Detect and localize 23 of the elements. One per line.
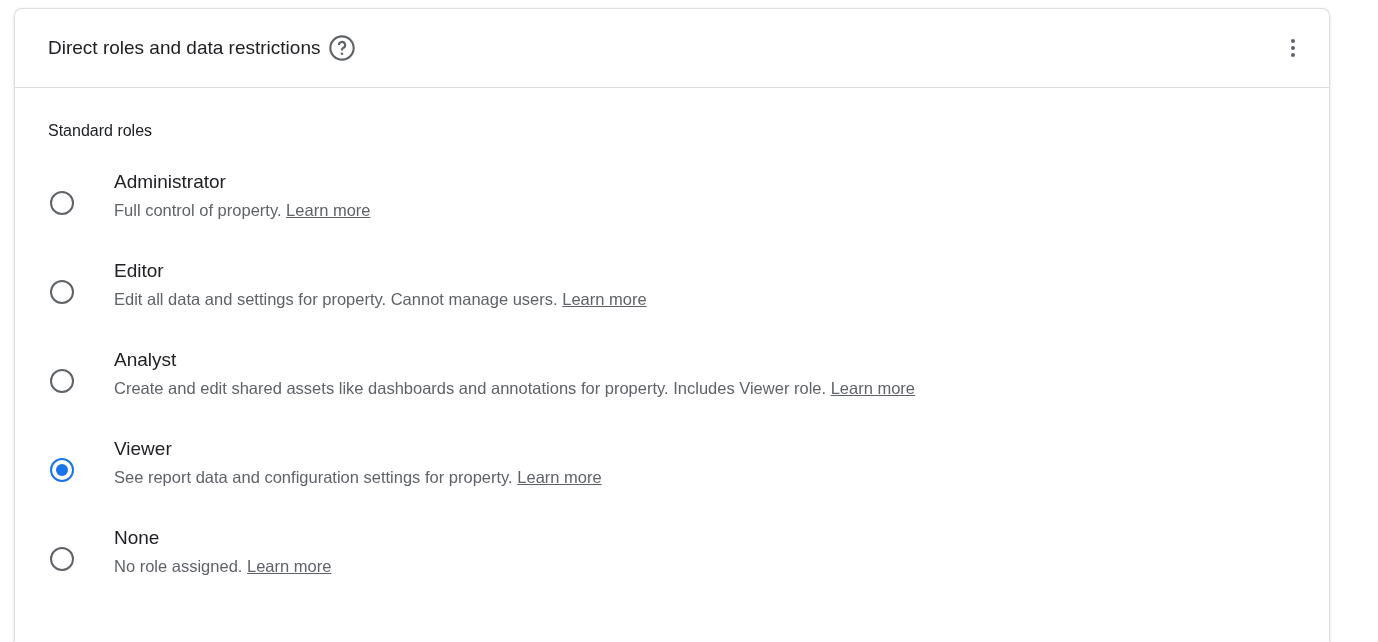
- radio-button[interactable]: [48, 544, 76, 573]
- learn-more-link[interactable]: Learn more: [286, 201, 371, 219]
- role-description: Full control of property. Learn more: [114, 201, 371, 220]
- section-heading: Standard roles: [48, 122, 154, 140]
- radio-button[interactable]: [48, 366, 76, 395]
- learn-more-link[interactable]: Learn more: [830, 379, 916, 397]
- role-name: Viewer: [114, 438, 173, 460]
- role-name: None: [114, 527, 161, 549]
- role-description: Create and edit shared assets like dashboards and annotations for property. Includes Viewer role. Learn more: [114, 379, 916, 398]
- radio-button[interactable]: [48, 455, 76, 484]
- role-description: No role assigned. Learn more: [114, 557, 332, 576]
- role-description: See report data and configuration settings for property. Learn more: [114, 468, 602, 487]
- help-icon[interactable]: [328, 34, 357, 62]
- role-name: Editor: [114, 260, 165, 282]
- radio-button[interactable]: [48, 188, 76, 217]
- learn-more-link[interactable]: Learn more: [562, 290, 647, 308]
- role-name: Administrator: [114, 171, 227, 193]
- role-description: Edit all data and settings for property. Cannot manage users. Learn more: [114, 290, 647, 309]
- radio-button[interactable]: [48, 277, 76, 306]
- card-title: Direct roles and data restrictions: [48, 37, 321, 59]
- learn-more-link[interactable]: Learn more: [517, 468, 602, 486]
- role-name: Analyst: [114, 349, 178, 371]
- learn-more-link[interactable]: Learn more: [247, 557, 332, 575]
